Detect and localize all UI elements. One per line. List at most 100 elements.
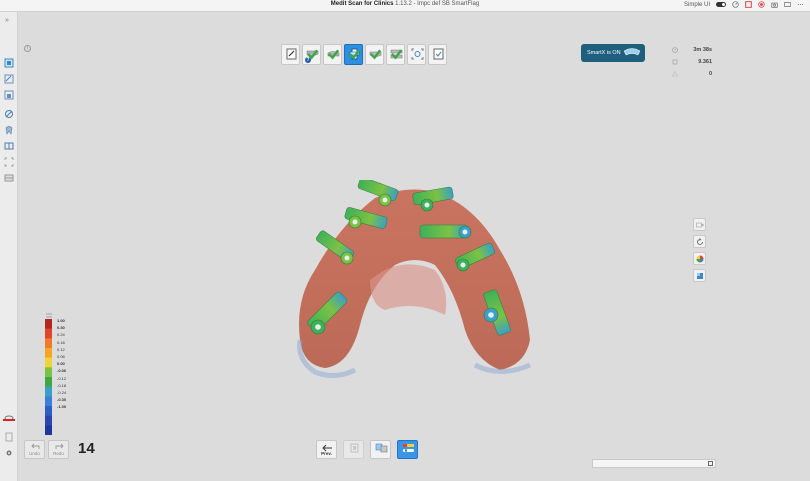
window-icon[interactable] — [784, 1, 791, 8]
step-number: 14 — [78, 440, 95, 457]
match-icon — [375, 443, 388, 453]
redo-icon — [55, 443, 64, 449]
scan-stats: 3m 38s 9.361 0 — [672, 44, 712, 80]
smartflag-icon — [403, 444, 414, 452]
legend-value: -0.24 — [57, 389, 67, 395]
smartx-label: SmartX is ON — [587, 50, 621, 56]
legend-swatch — [45, 367, 52, 378]
legend-swatch — [45, 348, 52, 358]
smartx-button[interactable]: SmartX is ON — [581, 44, 645, 62]
color-wheel-icon — [696, 255, 704, 263]
record-icon[interactable] — [758, 1, 765, 8]
arch-grid-icon[interactable] — [4, 173, 14, 183]
scan-3d-model[interactable] — [285, 180, 545, 385]
redo-button[interactable]: Redo — [48, 440, 69, 459]
scan-time: 3m 38s — [693, 47, 712, 53]
legend-value: -0.12 — [57, 375, 67, 381]
segment-icon[interactable] — [4, 141, 14, 151]
legend-value: 0.06 — [57, 353, 65, 359]
settings-icon[interactable] — [4, 448, 14, 458]
data-count: 9.361 — [698, 59, 712, 65]
stage-complete[interactable] — [428, 44, 447, 65]
legend-value: -1.00 — [57, 404, 67, 410]
legend-value: 0.30 — [57, 325, 65, 331]
clipboard-icon[interactable] — [4, 432, 14, 442]
stage-align[interactable] — [407, 44, 426, 65]
status-bar — [592, 459, 716, 468]
more-icon[interactable] — [797, 1, 804, 8]
data-row: 9.361 — [672, 56, 712, 68]
legend-color-bar — [45, 319, 52, 435]
legend-swatch — [45, 415, 52, 426]
info-icon[interactable]: i — [24, 45, 31, 52]
time-row: 3m 38s — [672, 44, 712, 56]
legend-swatch — [45, 396, 52, 407]
unit-icon — [46, 313, 52, 318]
check-icon — [328, 49, 340, 60]
texture-icon — [697, 273, 703, 279]
version-text: 1.13.2 - Impc def SB SmartFlag — [395, 1, 480, 7]
stage-maxilla-2[interactable] — [365, 44, 384, 65]
app-name: Medit Scan for Clinics — [330, 1, 394, 7]
scanbody-library-button[interactable] — [343, 440, 364, 459]
align-icon — [411, 48, 424, 60]
redo-label: Redo — [53, 451, 64, 456]
expand-icon[interactable]: » — [5, 17, 9, 24]
record-video-button[interactable] — [693, 218, 706, 231]
stage-maxilla[interactable]: ? — [302, 44, 321, 65]
issue-count: 0 — [708, 71, 712, 77]
legend-value: -0.18 — [57, 382, 67, 388]
check-icon — [307, 49, 319, 60]
legend-swatch — [45, 386, 52, 397]
legend-swatch — [45, 357, 52, 368]
simple-ui-toggle[interactable] — [716, 2, 726, 7]
legend-value: 1.00 — [57, 318, 65, 323]
stage-occlusion[interactable] — [386, 44, 405, 65]
focus-icon[interactable] — [4, 157, 14, 167]
stage-prescription[interactable] — [281, 44, 300, 65]
deviation-legend: 1.00 0.30 0.24 0.18 0.12 0.06 0.00 -0.06 -0.12 -0… — [45, 313, 75, 435]
scan-mode-icon[interactable] — [4, 58, 14, 68]
simple-ui-label: Simple UI — [683, 1, 710, 8]
prev-button[interactable]: Prev. — [316, 440, 337, 459]
match-button[interactable] — [370, 440, 391, 459]
color-map-button[interactable] — [693, 252, 706, 265]
texture-button[interactable] — [693, 269, 706, 282]
reset-view-button[interactable] — [693, 235, 706, 248]
bottom-toolbar: Prev. — [316, 440, 418, 459]
undo-button[interactable]: Undo — [24, 440, 45, 459]
data-icon — [672, 59, 678, 65]
right-toolbar — [693, 218, 707, 286]
legend-value: 0.00 — [57, 361, 65, 367]
library-icon — [350, 443, 359, 453]
trim-icon[interactable] — [4, 109, 14, 119]
tooth-icon[interactable] — [4, 125, 14, 135]
expand-panel-icon[interactable] — [708, 461, 713, 466]
legend-value: -0.30 — [57, 397, 67, 403]
undo-label: Undo — [29, 451, 40, 456]
issue-row: 0 — [672, 68, 712, 80]
pencil-form-icon — [286, 48, 297, 60]
legend-value: 0.12 — [57, 346, 65, 352]
legend-value: 0.18 — [57, 339, 65, 345]
camera-icon[interactable] — [771, 1, 778, 8]
legend-value: 0.24 — [57, 332, 65, 338]
stage-toolbar: ? — [281, 44, 447, 66]
edit-area-icon[interactable] — [4, 74, 14, 84]
legend-value: -0.06 — [57, 368, 67, 374]
video-icon — [696, 222, 704, 228]
legend-swatch — [45, 319, 52, 329]
left-toolbar: » — [0, 12, 18, 481]
frame-record-icon[interactable] — [745, 1, 752, 8]
gauge-icon[interactable] — [732, 1, 739, 8]
status-indicator — [3, 419, 15, 421]
smartflag-toggle-button[interactable] — [397, 440, 418, 459]
title-bar-controls: Simple UI — [684, 1, 804, 8]
stage-mandible[interactable] — [323, 44, 342, 65]
lock-area-icon[interactable] — [4, 90, 14, 100]
check-icon — [370, 49, 382, 60]
link-icon[interactable] — [4, 413, 14, 423]
title-bar: Medit Scan for Clinics 1.13.2 - Impc def… — [0, 0, 810, 12]
stage-scanbody[interactable] — [344, 44, 363, 65]
legend-swatch — [45, 425, 52, 435]
